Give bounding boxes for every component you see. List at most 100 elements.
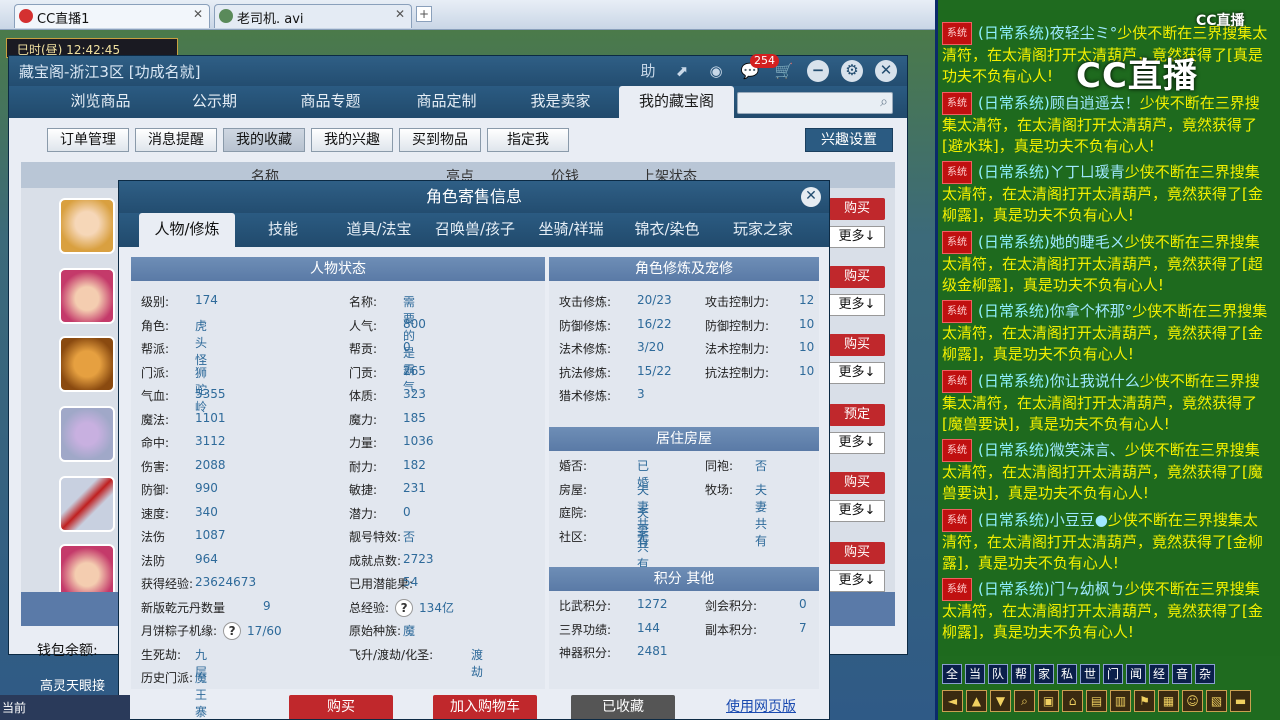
channel-button[interactable]: 当: [965, 664, 985, 684]
more-button[interactable]: 更多↓: [829, 226, 885, 248]
buy-button[interactable]: 购买: [829, 542, 885, 564]
chat-tool-icon[interactable]: ▬: [1230, 690, 1251, 712]
more-button[interactable]: 更多↓: [829, 570, 885, 592]
tab-pets[interactable]: 召唤兽/孩子: [427, 213, 523, 247]
add-to-cart-button[interactable]: 加入购物车: [433, 695, 537, 719]
close-icon[interactable]: ✕: [395, 7, 405, 21]
channel-button[interactable]: 杂: [1195, 664, 1215, 684]
channel-current[interactable]: 当前: [2, 699, 26, 716]
bought-button[interactable]: 买到物品: [399, 128, 481, 152]
chat-tool-icon[interactable]: ▼: [990, 690, 1011, 712]
buy-button[interactable]: 购买: [289, 695, 393, 719]
avatar[interactable]: [59, 406, 115, 462]
stat-value: 990: [195, 481, 218, 495]
chat-tool-icon[interactable]: ⌕: [1014, 690, 1035, 712]
tab-costume[interactable]: 锦衣/染色: [619, 213, 715, 247]
browser-tab-cc[interactable]: CC直播1 ✕: [14, 4, 210, 28]
more-button[interactable]: 更多↓: [829, 432, 885, 454]
more-button[interactable]: 更多↓: [829, 500, 885, 522]
help-icon[interactable]: ?: [395, 598, 414, 617]
avatar[interactable]: [59, 268, 115, 324]
reserve-button[interactable]: 预定: [829, 404, 885, 426]
message-button[interactable]: 消息提醒: [135, 128, 217, 152]
channel-button[interactable]: 音: [1172, 664, 1192, 684]
player-name[interactable]: 她的睫毛ㄨ: [1050, 233, 1125, 251]
tab-home[interactable]: 玩家之家: [715, 213, 811, 247]
buy-button[interactable]: 购买: [829, 472, 885, 494]
close-icon[interactable]: ✕: [801, 187, 821, 207]
close-icon[interactable]: ✕: [875, 60, 897, 82]
chat-icon[interactable]: 💬 254: [739, 54, 779, 82]
help-icon[interactable]: ?: [223, 622, 242, 640]
chat-tool-icon[interactable]: ▲: [966, 690, 987, 712]
tab-skills[interactable]: 技能: [235, 213, 331, 247]
cart-icon[interactable]: 🛒: [773, 60, 795, 82]
item-link[interactable]: [避水珠]: [942, 137, 999, 155]
interests-button[interactable]: 我的兴趣: [311, 128, 393, 152]
item-link[interactable]: [魔兽要诀]: [942, 415, 1014, 433]
chat-tool-icon[interactable]: ▥: [1110, 690, 1131, 712]
chat-tool-icon[interactable]: ▦: [1158, 690, 1179, 712]
assigned-button[interactable]: 指定我: [487, 128, 569, 152]
chat-tool-icon[interactable]: ☺: [1182, 690, 1203, 712]
web-version-link[interactable]: 使用网页版: [709, 695, 813, 719]
new-tab-button[interactable]: +: [416, 6, 432, 22]
channel-button[interactable]: 经: [1149, 664, 1169, 684]
player-name[interactable]: 小豆豆●: [1050, 511, 1108, 529]
tab-mounts[interactable]: 坐骑/祥瑞: [523, 213, 619, 247]
nav-seller[interactable]: 我是卖家: [503, 86, 618, 118]
channel-button[interactable]: 队: [988, 664, 1008, 684]
more-button[interactable]: 更多↓: [829, 362, 885, 384]
nav-public[interactable]: 公示期: [157, 86, 272, 118]
avatar[interactable]: [59, 336, 115, 392]
channel-button[interactable]: 闻: [1126, 664, 1146, 684]
avatar[interactable]: [59, 198, 115, 254]
interest-settings-button[interactable]: 兴趣设置: [805, 128, 893, 152]
channel-button[interactable]: 门: [1103, 664, 1123, 684]
chat-tool-icon[interactable]: ▣: [1038, 690, 1059, 712]
nav-my-treasure[interactable]: 我的藏宝阁: [619, 86, 734, 118]
player-name[interactable]: 你拿个杯那°: [1050, 302, 1133, 320]
search-icon[interactable]: ⌕: [880, 94, 888, 110]
player-name[interactable]: 微笑沫言、: [1050, 441, 1125, 459]
settings-icon[interactable]: ⚙: [841, 60, 863, 82]
channel-button[interactable]: 家: [1034, 664, 1054, 684]
chat-tool-icon[interactable]: ◄: [942, 690, 963, 712]
nav-browse[interactable]: 浏览商品: [43, 86, 158, 118]
buy-button[interactable]: 购买: [829, 266, 885, 288]
tab-character[interactable]: 人物/修炼: [139, 213, 235, 247]
nav-topics[interactable]: 商品专题: [273, 86, 388, 118]
player-name[interactable]: 门ㄣ幼枫ㄅ: [1050, 580, 1125, 598]
nav-custom[interactable]: 商品定制: [389, 86, 504, 118]
channel-button[interactable]: 世: [1080, 664, 1100, 684]
channel-button[interactable]: 全: [942, 664, 962, 684]
help-icon[interactable]: 助: [637, 60, 659, 82]
tab-items[interactable]: 道具/法宝: [331, 213, 427, 247]
player-name[interactable]: ㄚ丁ㄩ瑗青: [1050, 163, 1125, 181]
buy-button[interactable]: 购买: [829, 198, 885, 220]
chat-tool-icon[interactable]: ⌂: [1062, 690, 1083, 712]
search-input[interactable]: ⌕: [737, 92, 893, 114]
channel-button[interactable]: 私: [1057, 664, 1077, 684]
order-button[interactable]: 订单管理: [47, 128, 129, 152]
share-icon[interactable]: ⬈: [671, 60, 693, 82]
stat-label: 魔力:: [349, 412, 378, 427]
chat-tool-icon[interactable]: ⚑: [1134, 690, 1155, 712]
minimize-icon[interactable]: −: [807, 60, 829, 82]
stat-value: 16/22: [637, 316, 672, 331]
close-icon[interactable]: ✕: [193, 7, 203, 21]
favorites-button[interactable]: 我的收藏: [223, 128, 305, 152]
more-button[interactable]: 更多↓: [829, 294, 885, 316]
buy-button[interactable]: 购买: [829, 334, 885, 356]
channel-button[interactable]: 帮: [1011, 664, 1031, 684]
player-name[interactable]: 你让我说什么: [1050, 372, 1140, 390]
browser-tab-video[interactable]: 老司机. avi ✕: [214, 4, 412, 28]
stat-value: 20/23: [637, 293, 672, 307]
stat-row: 人气: 800: [349, 317, 426, 334]
favorited-button[interactable]: 已收藏: [571, 695, 675, 719]
chat-tool-icon[interactable]: ▧: [1206, 690, 1227, 712]
chat-tool-icon[interactable]: ▤: [1086, 690, 1107, 712]
avatar[interactable]: [59, 476, 115, 532]
player-name[interactable]: 夜轻尘ミ°: [1050, 24, 1118, 42]
stop-icon[interactable]: ◉: [705, 60, 727, 82]
